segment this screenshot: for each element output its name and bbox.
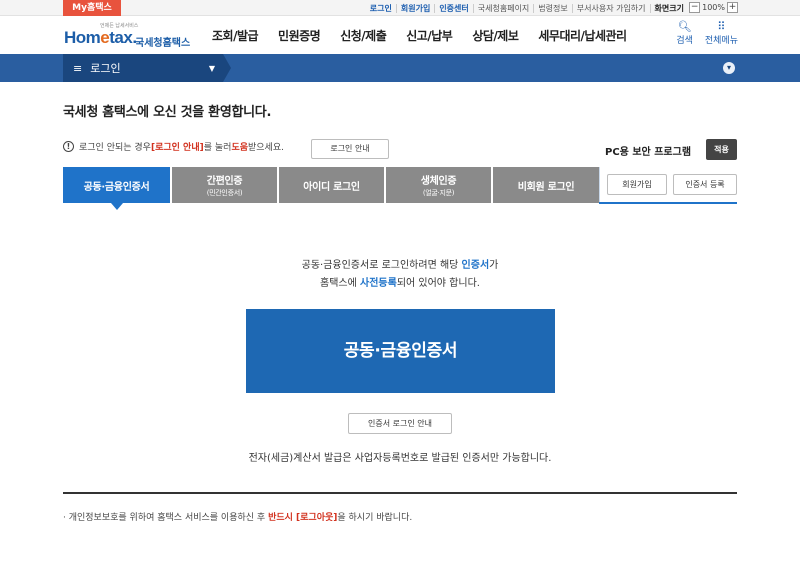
tab-label: 비회원 로그인	[517, 181, 575, 193]
zoom-in-button[interactable]: +	[727, 2, 738, 13]
foot-c: 을 하시기 바랍니다.	[337, 513, 413, 523]
utility-links: 로그인 회원가입 인증센터 국세청홈페이지 법령정보 부서사용자 가입하기 화면…	[366, 0, 688, 16]
help-mid: 를 눌러	[203, 143, 232, 153]
tab-underline	[599, 202, 737, 204]
tab-sublabel: (얼굴·지문)	[422, 189, 455, 197]
screen-size-label: 화면크기	[649, 3, 688, 13]
active-tab-pointer	[111, 203, 123, 210]
privacy-footnote: · 개인정보보호를 위하여 홈택스 서비스를 이용하신 후 반드시 [로그아웃]…	[63, 510, 412, 523]
cert-login-guide-button[interactable]: 인증서 로그인 안내	[348, 413, 452, 434]
desc1-c: 가	[489, 260, 499, 271]
all-menu-label: 전체메뉴	[704, 36, 738, 46]
location-bar: ≡ 로그인 ▼ ▾	[0, 54, 800, 82]
tab-separator	[599, 167, 600, 203]
tab-label: 간편인증	[206, 176, 243, 187]
main-navigation: 조회/발급 민원증명 신청/제출 신고/납부 상담/제보 세무대리/납세관리	[212, 17, 647, 54]
all-menu-button[interactable]: ⠿ 전체메뉴	[704, 20, 738, 47]
desc2-b: 사전등록	[360, 278, 397, 289]
login-help-text: ! 로그인 안되는 경우 [로그인 안내] 를 눌러 도움 받으세요.	[63, 140, 284, 153]
joint-financial-cert-login-button[interactable]: 공동·금융인증서	[246, 309, 555, 393]
tab-label: 생체인증	[420, 176, 457, 187]
cert-center-link[interactable]: 인증센터	[434, 3, 472, 13]
foot-a: · 개인정보보호를 위하여 홈택스 서비스를 이용하신 후	[63, 513, 269, 523]
cert-description-line2: 홈택스에 사전등록되어 있어야 합니다.	[0, 274, 800, 289]
search-label: 검색	[676, 36, 693, 46]
apply-button[interactable]: 적용	[706, 139, 737, 160]
breadcrumb-arrow	[223, 54, 231, 82]
search-button[interactable]: 🔍︎ 검색	[676, 20, 693, 47]
tab-id-login[interactable]: 아이디 로그인	[279, 167, 384, 203]
cert-register-button[interactable]: 인증서 등록	[673, 174, 737, 195]
nav-tax-agent[interactable]: 세무대리/납세관리	[538, 27, 627, 44]
breadcrumb-label: 로그인	[90, 62, 121, 75]
logo-wordmark: Hometax.	[64, 28, 137, 48]
top-utility-bar: My홈택스 로그인 회원가입 인증센터 국세청홈페이지 법령정보 부서사용자 가…	[0, 0, 800, 16]
exclamation-icon: !	[63, 141, 74, 152]
nav-report-pay[interactable]: 신고/납부	[406, 27, 453, 44]
login-tabs: 공동·금융인증서 간편인증 (민간인증서) 아이디 로그인 생체인증 (얼굴·지…	[63, 167, 599, 203]
nav-consult-report[interactable]: 상담/제보	[472, 27, 519, 44]
pc-security-label: PC용 보안 프로그램	[605, 147, 692, 158]
logo-subtitle: 국세청홈택스	[135, 38, 191, 49]
chevron-down-icon: ▼	[208, 63, 215, 73]
dept-user-signup-link[interactable]: 부서사용자 가입하기	[571, 3, 650, 13]
zoom-value: 100%	[702, 3, 725, 12]
tab-guest-login[interactable]: 비회원 로그인	[493, 167, 599, 203]
logo-part3: tax.	[109, 28, 137, 47]
nav-inquiry-issue[interactable]: 조회/발급	[212, 27, 259, 44]
tab-label: 아이디 로그인	[303, 181, 360, 193]
nav-civil-certificate[interactable]: 민원증명	[278, 27, 321, 44]
zoom-out-button[interactable]: −	[689, 2, 701, 13]
tab-simple-auth[interactable]: 간편인증 (민간인증서)	[172, 167, 277, 203]
desc1-b: 인증서	[461, 260, 490, 271]
login-link[interactable]: 로그인	[366, 4, 396, 13]
logo-part2: e	[100, 28, 110, 47]
hometax-logo[interactable]: 언제든 납세서비스 Hometax. 국세청홈택스	[64, 22, 192, 52]
help-suffix: 받으세요.	[248, 143, 284, 153]
help-prefix: 로그인 안되는 경우	[79, 143, 151, 153]
expand-toggle[interactable]: ▾	[723, 62, 735, 74]
zoom-control: − 100% +	[689, 2, 738, 13]
join-button[interactable]: 회원가입	[607, 174, 667, 195]
desc1-a: 공동·금융인증서로 로그인하려면 해당	[301, 260, 462, 271]
search-icon: 🔍︎	[677, 20, 692, 33]
foot-b: 반드시 [로그아웃]	[268, 513, 338, 523]
page-title: 국세청 홈택스에 오신 것을 환영합니다.	[63, 105, 272, 120]
cert-description-line1: 공동·금융인증서로 로그인하려면 해당 인증서가	[0, 256, 800, 271]
help-emph: 도움	[231, 143, 248, 153]
desc2-a: 홈택스에	[320, 278, 361, 289]
help-link-text: [로그인 안내]	[150, 143, 204, 153]
tab-biometric[interactable]: 생체인증 (얼굴·지문)	[386, 167, 491, 203]
header: 언제든 납세서비스 Hometax. 국세청홈택스 조회/발급 민원증명 신청/…	[0, 17, 800, 54]
logo-part1: Hom	[64, 28, 101, 47]
nts-homepage-link[interactable]: 국세청홈페이지	[472, 3, 534, 13]
header-icons: 🔍︎ 검색 ⠿ 전체메뉴	[676, 20, 738, 47]
hamburger-icon: ≡	[73, 61, 83, 75]
desc2-c: 되어 있어야 합니다.	[396, 278, 480, 289]
tab-joint-financial-cert[interactable]: 공동·금융인증서	[63, 167, 170, 203]
login-guide-button[interactable]: 로그인 안내	[311, 139, 389, 159]
divider	[63, 492, 737, 494]
signup-link[interactable]: 회원가입	[395, 3, 434, 13]
my-hometax-link[interactable]: My홈택스	[63, 0, 121, 16]
tab-label: 공동·금융인증서	[83, 181, 150, 193]
law-info-link[interactable]: 법령정보	[533, 3, 571, 13]
grid-icon: ⠿	[717, 20, 726, 33]
e-invoice-notice: 전자(세금)계산서 발급은 사업자등록번호로 발급된 인증서만 가능합니다.	[248, 453, 552, 464]
breadcrumb[interactable]: ≡ 로그인 ▼	[63, 54, 223, 82]
tab-sublabel: (민간인증서)	[206, 189, 243, 197]
nav-apply-submit[interactable]: 신청/제출	[340, 27, 387, 44]
